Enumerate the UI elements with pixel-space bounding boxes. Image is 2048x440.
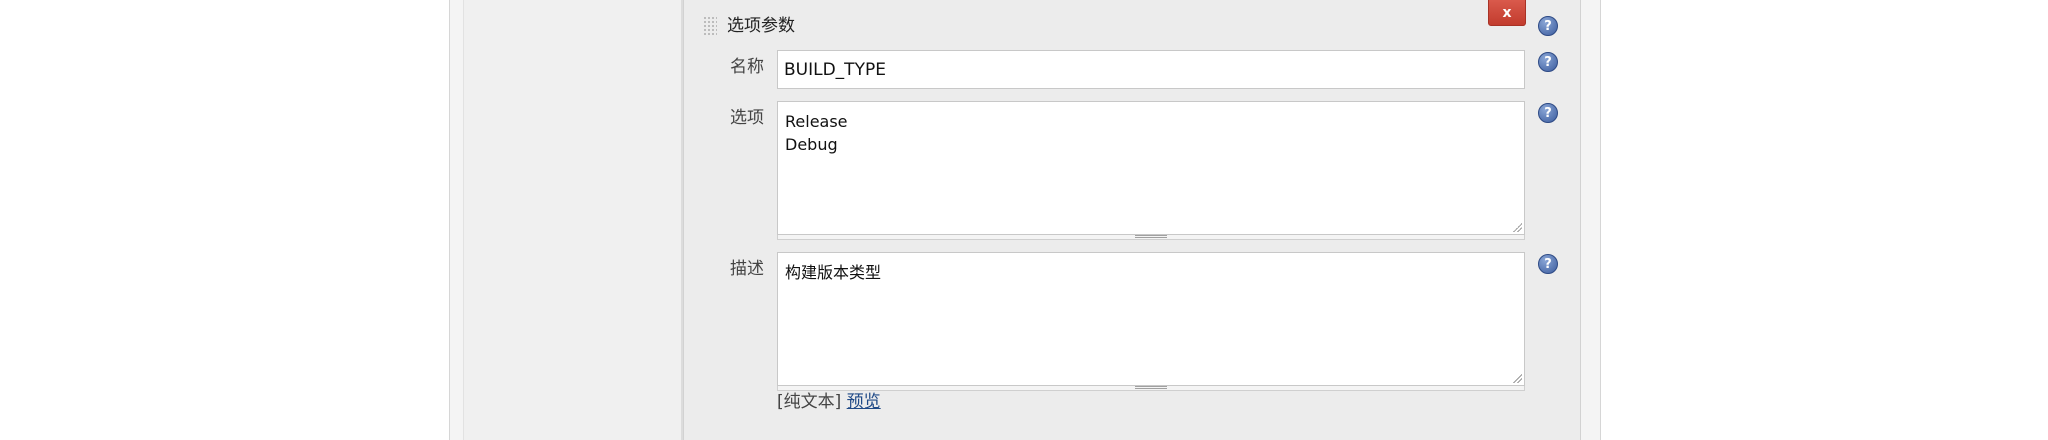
resize-grip-icon[interactable]	[1135, 235, 1167, 239]
choices-resize-corner-icon[interactable]	[1512, 222, 1522, 232]
delete-parameter-button[interactable]: x	[1488, 0, 1526, 26]
description-help-icon[interactable]: ?	[1538, 254, 1558, 274]
choices-resize-bar[interactable]	[777, 235, 1525, 240]
description-resize-bar[interactable]	[777, 386, 1525, 391]
section-title: 选项参数	[727, 16, 795, 36]
choices-label: 选项	[730, 108, 764, 128]
resize-grip-icon[interactable]	[1135, 386, 1167, 390]
choices-help-icon[interactable]: ?	[1538, 103, 1558, 123]
name-label: 名称	[730, 57, 764, 77]
choices-textarea[interactable]: Release Debug	[777, 101, 1525, 235]
preview-link[interactable]: 预览	[847, 392, 881, 412]
section-help-icon[interactable]: ?	[1538, 16, 1558, 36]
name-help-icon[interactable]: ?	[1538, 52, 1558, 72]
description-textarea[interactable]: 构建版本类型	[777, 252, 1525, 386]
left-column	[463, 0, 684, 440]
description-resize-corner-icon[interactable]	[1512, 373, 1522, 383]
drag-handle-icon[interactable]	[703, 16, 717, 36]
format-line: [纯文本] 预览	[777, 391, 881, 413]
description-label: 描述	[730, 259, 764, 279]
name-input[interactable]	[777, 50, 1525, 89]
plain-text-label: [纯文本]	[777, 392, 842, 412]
